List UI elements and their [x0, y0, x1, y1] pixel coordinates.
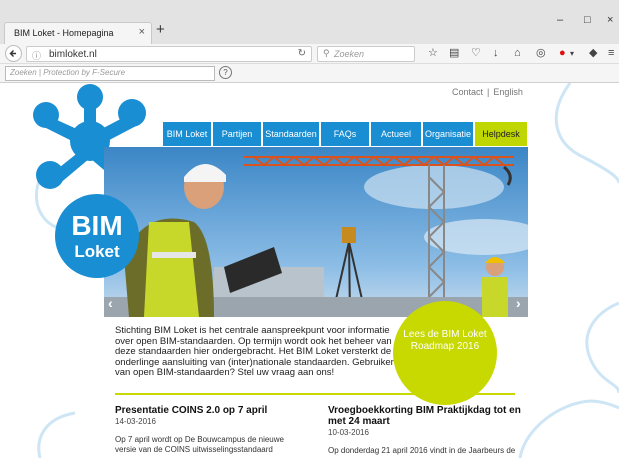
hero-prev-arrow[interactable]: ‹ [108, 295, 113, 311]
tab-close-icon[interactable]: × [139, 26, 145, 38]
section-divider [115, 393, 515, 395]
adblock-icon[interactable]: ● [559, 47, 566, 60]
nav-actueel[interactable]: Actueel [371, 122, 421, 146]
download-icon[interactable]: ↓ [493, 47, 499, 60]
bookmark-star-icon[interactable]: ☆ [428, 47, 438, 60]
web-page: Contact | English BIM Loket Partijen Stand… [0, 83, 619, 458]
addon-toolbar: Zoeken | Protection by F-Secure ? [0, 64, 619, 83]
nav-bim-loket[interactable]: BIM Loket [163, 122, 211, 146]
close-window-button[interactable]: × [607, 14, 613, 26]
back-button[interactable] [5, 45, 22, 62]
news-body-2: Op donderdag 21 april 2016 vindt in de J… [328, 446, 516, 455]
browser-tab[interactable]: BIM Loket - Homepagina × [4, 22, 152, 44]
news-title-2[interactable]: Vroegboekkorting BIM Praktijkdag tot en … [328, 405, 524, 427]
bim-loket-logo[interactable]: BIM Loket [55, 194, 139, 278]
search-input[interactable]: ⚲ Zoeken [317, 46, 415, 62]
search-icon: ⚲ [323, 48, 330, 58]
news-date-1: 14-03-2016 [115, 417, 156, 426]
chat-icon[interactable]: ◎ [536, 47, 546, 60]
maximize-button[interactable]: □ [584, 14, 591, 26]
navigation-toolbar: ⓘ bimloket.nl ↻ ⚲ Zoeken ☆ ▤ ♡ ↓ ⌂ ◎ ● ▾… [0, 44, 619, 64]
reading-list-icon[interactable]: ▤ [449, 47, 459, 60]
logo-text-bim: BIM [71, 210, 123, 241]
construction-scene-image [104, 155, 528, 317]
hero-image [104, 147, 528, 317]
menu-icon[interactable]: ≡ [608, 47, 614, 60]
fsecure-placeholder: Zoeken | Protection by F-Secure [10, 68, 126, 77]
home-icon[interactable]: ⌂ [514, 47, 521, 60]
roadmap-button[interactable]: Lees de BIM Loket Roadmap 2016 [393, 301, 497, 405]
nav-partijen[interactable]: Partijen [213, 122, 261, 146]
address-bar[interactable]: ⓘ bimloket.nl ↻ [26, 46, 312, 62]
fsecure-search-input[interactable]: Zoeken | Protection by F-Secure [5, 66, 215, 81]
url-text: bimloket.nl [49, 49, 97, 60]
help-icon[interactable]: ? [219, 66, 232, 79]
minimize-button[interactable]: – [557, 14, 563, 26]
nav-organisatie[interactable]: Organisatie [423, 122, 473, 146]
intro-text: Stichting BIM Loket is het centrale aans… [115, 325, 394, 378]
logo-text-loket: Loket [74, 242, 120, 261]
nav-standaarden[interactable]: Standaarden [263, 122, 319, 146]
nav-helpdesk[interactable]: Helpdesk [475, 122, 527, 146]
news-body-1: Op 7 april wordt op De Bouwcampus de nie… [115, 435, 284, 454]
adblock-dropdown-icon[interactable]: ▾ [570, 47, 574, 60]
new-tab-button[interactable]: + [156, 21, 165, 38]
english-link[interactable]: English [493, 87, 523, 97]
contact-link[interactable]: Contact [452, 87, 483, 97]
tab-bar: BIM Loket - Homepagina × + – □ × [0, 0, 619, 44]
news-date-2: 10-03-2016 [328, 428, 369, 437]
pocket-icon[interactable]: ♡ [471, 47, 481, 60]
search-placeholder: Zoeken [334, 49, 365, 59]
info-icon[interactable]: ⓘ [32, 49, 41, 62]
hero-next-arrow[interactable]: › [516, 295, 521, 311]
top-links-separator: | [487, 87, 490, 97]
roadmap-label: Lees de BIM Loket Roadmap 2016 [403, 329, 487, 352]
tab-title: BIM Loket - Homepagina [14, 28, 114, 38]
extension-icon[interactable]: ◆ [589, 47, 597, 60]
reload-icon[interactable]: ↻ [298, 48, 306, 59]
nav-faqs[interactable]: FAQs [321, 122, 369, 146]
news-title-1[interactable]: Presentatie COINS 2.0 op 7 april [115, 405, 315, 416]
top-links: Contact | English [452, 87, 523, 97]
back-arrow-icon [9, 50, 16, 57]
